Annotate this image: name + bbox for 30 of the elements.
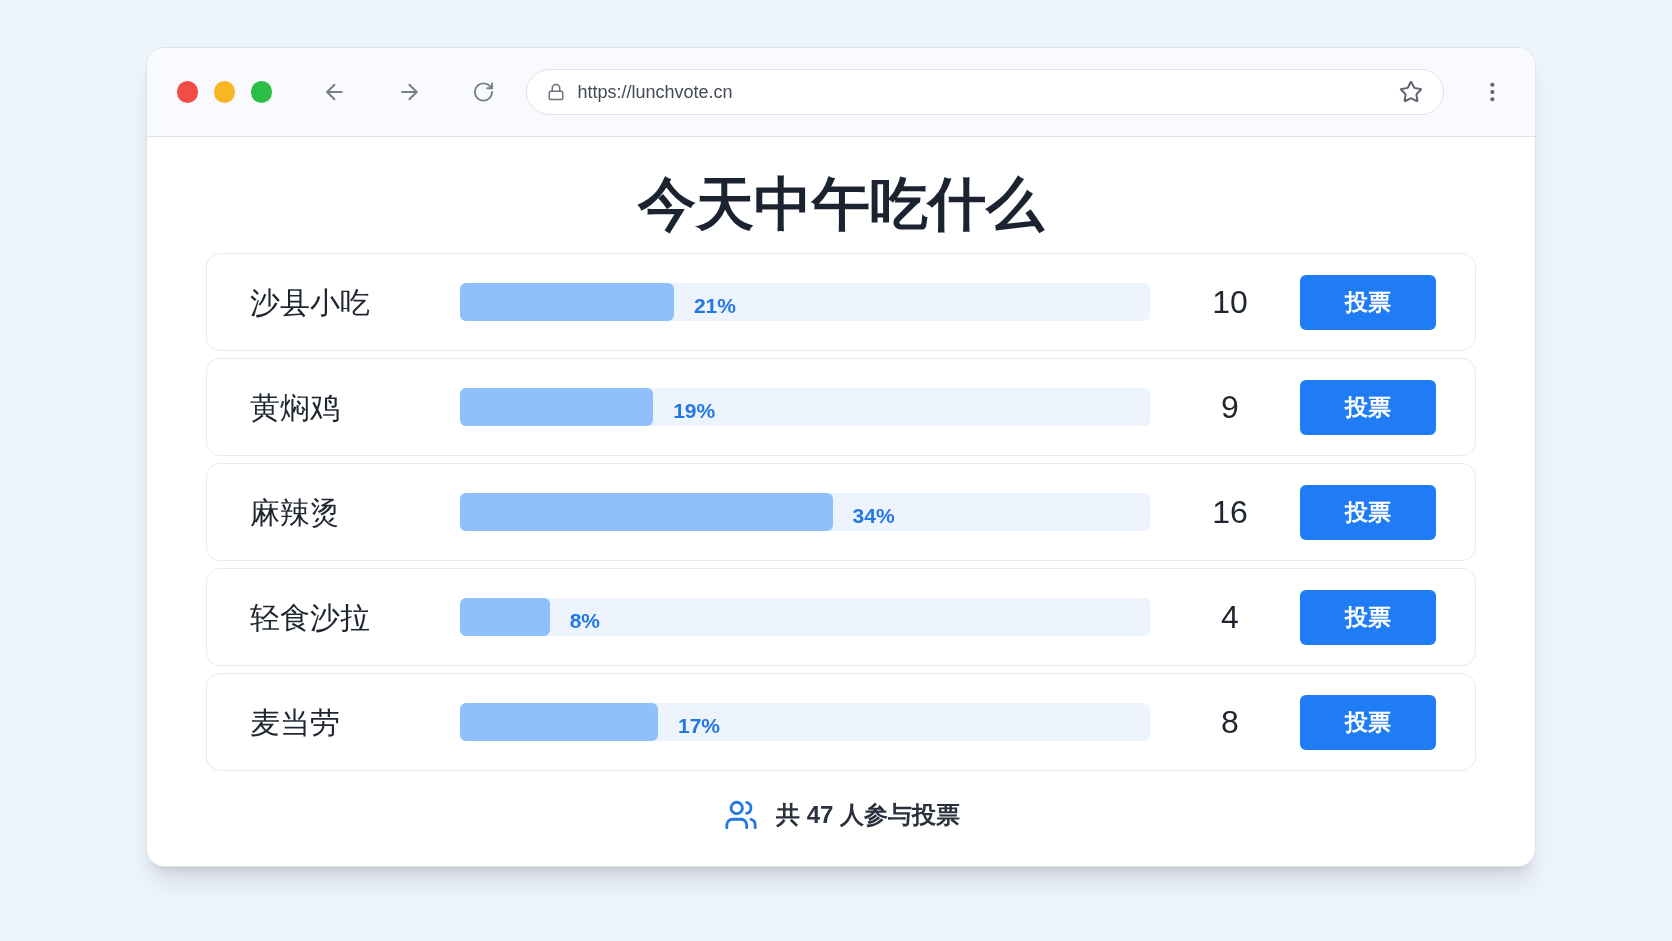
option-name: 黄焖鸡 xyxy=(250,389,341,426)
vote-count: 8 xyxy=(1220,703,1240,742)
address-bar[interactable]: https://lunchvote.cn xyxy=(526,69,1445,115)
vote-count: 10 xyxy=(1211,283,1249,322)
percent-label: 8% xyxy=(569,608,601,634)
close-window-icon[interactable] xyxy=(177,81,198,103)
lock-icon xyxy=(547,83,566,101)
url-text: https://lunchvote.cn xyxy=(577,80,734,104)
option-name: 沙县小吃 xyxy=(250,284,371,321)
option-name: 麻辣烫 xyxy=(250,494,341,531)
page-title: 今天中午吃什么 xyxy=(638,175,1044,233)
percent-label: 19% xyxy=(673,398,716,424)
vote-button[interactable]: 投票 xyxy=(1300,379,1436,435)
people-icon xyxy=(722,798,760,832)
participants-text: 共 47 人参与投票 xyxy=(776,800,960,830)
vote-button[interactable]: 投票 xyxy=(1300,274,1436,330)
maximize-window-icon[interactable] xyxy=(250,81,272,103)
option-name: 轻食沙拉 xyxy=(250,599,371,636)
percent-label: 17% xyxy=(678,713,721,739)
vote-count: 4 xyxy=(1220,598,1240,637)
vote-button[interactable]: 投票 xyxy=(1300,694,1436,750)
percent-label: 21% xyxy=(693,293,736,319)
option-name: 麦当劳 xyxy=(250,704,341,741)
vote-count: 16 xyxy=(1211,493,1249,532)
vote-button[interactable]: 投票 xyxy=(1300,589,1436,645)
bookmark-star-icon[interactable] xyxy=(1399,80,1424,104)
percent-label: 34% xyxy=(852,503,895,529)
vote-button[interactable]: 投票 xyxy=(1300,484,1436,540)
reload-icon[interactable] xyxy=(471,80,495,104)
vote-count: 9 xyxy=(1220,388,1240,427)
